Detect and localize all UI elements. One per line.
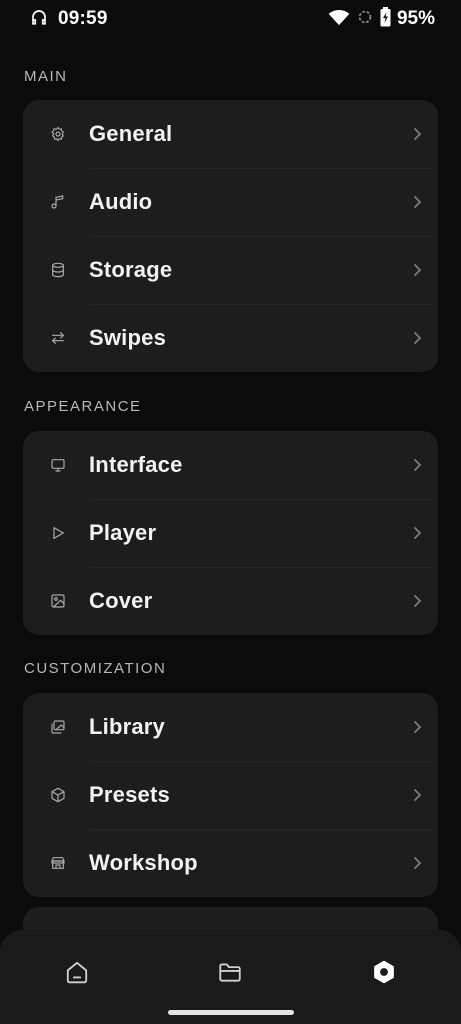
chevron-right-icon	[396, 127, 438, 141]
chevron-right-icon	[396, 856, 438, 870]
swap-arrows-icon	[23, 330, 89, 346]
settings-item-library[interactable]: Library	[23, 693, 438, 761]
chevron-right-icon	[396, 458, 438, 472]
settings-item-label: Cover	[89, 588, 153, 613]
settings-item-label: Storage	[89, 257, 173, 282]
folder-icon	[217, 959, 243, 990]
play-icon	[23, 525, 89, 541]
chevron-right-icon	[396, 526, 438, 540]
nav-settings-button[interactable]	[360, 950, 408, 998]
settings-item-player[interactable]: Player	[23, 499, 438, 567]
settings-item-label: Audio	[89, 189, 153, 214]
section-header-customization: CUSTOMIZATION	[24, 660, 167, 677]
gear-icon	[23, 126, 89, 142]
settings-item-label: Workshop	[89, 850, 198, 875]
chevron-right-icon	[396, 594, 438, 608]
images-stack-icon	[23, 719, 89, 735]
settings-card-appearance: Interface Player Cover	[23, 431, 438, 635]
settings-item-general[interactable]: General	[23, 100, 438, 168]
settings-item-label: Library	[89, 714, 165, 739]
settings-item-label: Swipes	[89, 325, 167, 350]
settings-item-storage[interactable]: Storage	[23, 236, 438, 304]
settings-item-swipes[interactable]: Swipes	[23, 304, 438, 372]
image-icon	[23, 593, 89, 609]
database-icon	[23, 262, 89, 278]
settings-item-label: General	[89, 121, 173, 146]
status-time: 09:59	[58, 8, 108, 29]
settings-card-main: General Audio Storage Swipes	[23, 100, 438, 372]
settings-card-customization: Library Presets Workshop	[23, 693, 438, 897]
nav-home-button[interactable]	[53, 950, 101, 998]
gesture-bar	[168, 1010, 294, 1015]
settings-item-interface[interactable]: Interface	[23, 431, 438, 499]
wifi-icon	[328, 8, 350, 31]
monitor-icon	[23, 457, 89, 473]
chevron-right-icon	[396, 788, 438, 802]
settings-item-label: Player	[89, 520, 157, 545]
settings-item-label: Interface	[89, 452, 183, 477]
settings-item-workshop[interactable]: Workshop	[23, 829, 438, 897]
nav-files-button[interactable]	[206, 950, 254, 998]
settings-item-audio[interactable]: Audio	[23, 168, 438, 236]
section-header-appearance: APPEARANCE	[24, 398, 142, 415]
section-header-main: MAIN	[24, 68, 68, 85]
box-icon	[23, 787, 89, 803]
settings-hexagon-icon	[371, 959, 397, 990]
settings-item-label: Presets	[89, 782, 170, 807]
music-note-icon	[23, 194, 89, 210]
battery-charging-icon	[380, 6, 391, 32]
chevron-right-icon	[396, 263, 438, 277]
chevron-right-icon	[396, 720, 438, 734]
store-icon	[23, 855, 89, 871]
status-bar: 09:59 95%	[0, 0, 461, 38]
settings-item-cover[interactable]: Cover	[23, 567, 438, 635]
settings-item-presets[interactable]: Presets	[23, 761, 438, 829]
home-icon	[64, 959, 90, 990]
chevron-right-icon	[396, 331, 438, 345]
signal-icon	[356, 8, 374, 31]
battery-percentage: 95%	[396, 8, 435, 29]
chevron-right-icon	[396, 195, 438, 209]
headphones-icon	[30, 8, 48, 31]
